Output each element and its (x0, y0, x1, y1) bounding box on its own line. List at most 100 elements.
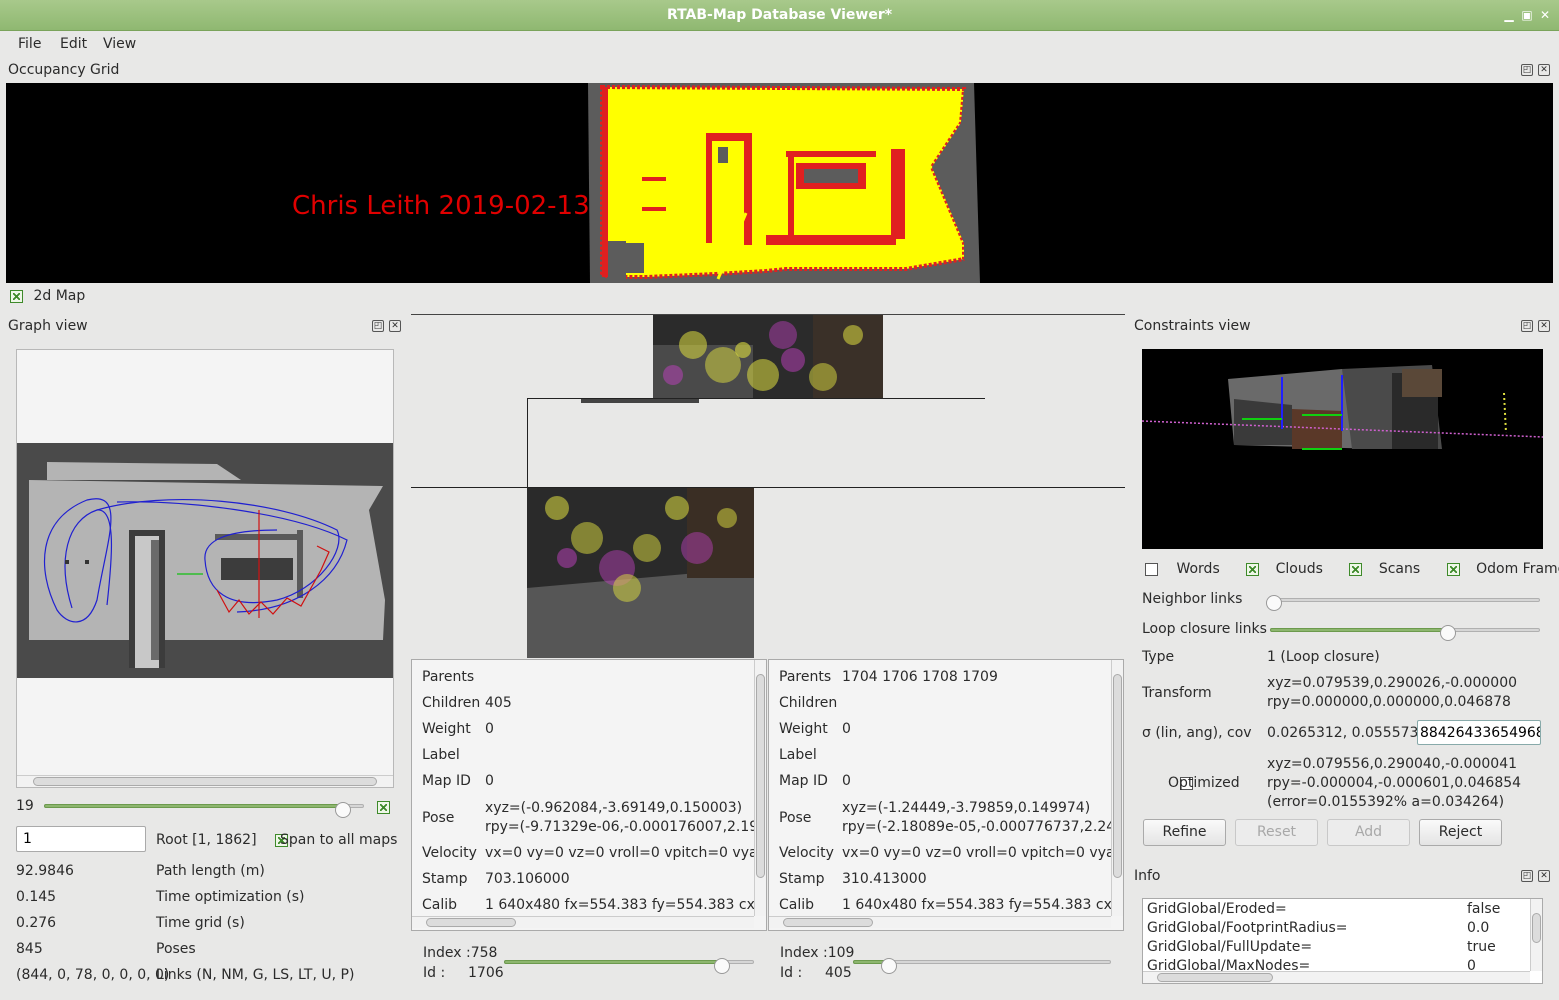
pose-rpy: rpy=(-9.71329e-06,-0.000176007,2.19835) (485, 819, 767, 835)
right-hscrollbar[interactable] (769, 916, 1111, 928)
graph-view-title: Graph view (8, 318, 88, 334)
close-icon[interactable]: ✕ (389, 320, 401, 332)
image-view-area[interactable] (411, 314, 1125, 658)
left-index-slider-handle[interactable] (714, 958, 730, 974)
path-length-label: Path length (m) (156, 863, 265, 879)
constraints-cloud-image (1142, 365, 1543, 450)
minimize-icon[interactable]: ▁ (1502, 8, 1516, 22)
bottom-image (527, 488, 754, 658)
right-vscroll-thumb[interactable] (1113, 674, 1122, 878)
left-index-label: Index :758 (423, 945, 498, 961)
occupancy-map-image (588, 83, 980, 283)
divider-line-h (411, 487, 1125, 488)
right-vscrollbar[interactable] (1111, 660, 1123, 916)
words-checkbox[interactable] (1145, 562, 1158, 576)
sigma-value: 0.0265312, 0.0555736 (1267, 725, 1428, 741)
watermark-text: Chris Leith 2019-02-13 (292, 191, 590, 221)
covariance-field[interactable] (1417, 720, 1541, 745)
info-table[interactable]: GridGlobal/Eroded= false GridGlobal/Footp… (1142, 898, 1543, 984)
constraints-3d-view[interactable] (1142, 349, 1543, 549)
path-length-value: 92.9846 (16, 863, 74, 879)
time-grid-value: 0.276 (16, 915, 57, 931)
info-hscroll-thumb[interactable] (1157, 973, 1273, 982)
graph-slider-handle[interactable] (335, 802, 351, 818)
map2d-checkbox-row[interactable]: 2d Map (10, 288, 85, 304)
menu-file[interactable]: File (18, 36, 41, 52)
time-optimization-value: 0.145 (16, 889, 57, 905)
occupancy-dock-buttons: ◰ ✕ (1521, 64, 1551, 78)
loop-closure-slider-handle[interactable] (1440, 625, 1456, 641)
window-titlebar[interactable]: RTAB-Map Database Viewer* ▁ ▣ ✕ (0, 0, 1559, 31)
left-node-info-table[interactable]: Parents Children 405 Weight 0 Label Map ID… (411, 659, 767, 931)
loop-closure-links-label: Loop closure links (1142, 621, 1267, 637)
menu-edit[interactable]: Edit (60, 36, 87, 52)
map2d-label: 2d Map (33, 288, 86, 304)
maximize-icon[interactable]: ▣ (1520, 8, 1534, 22)
left-hscrollbar[interactable] (412, 916, 754, 928)
clouds-checkbox[interactable] (1246, 562, 1260, 576)
transform-label: Transform (1142, 685, 1212, 701)
reset-button[interactable]: Reset (1235, 819, 1318, 846)
refine-button[interactable]: Refine (1143, 819, 1226, 846)
transform-xyz: xyz=0.079539,0.290026,-0.000000 (1267, 675, 1518, 691)
occupancy-grid-title: Occupancy Grid (8, 62, 120, 78)
poses-label: Poses (156, 941, 196, 957)
right-index-slider-handle[interactable] (881, 958, 897, 974)
right-id-value: 405 (825, 965, 852, 981)
graph-slider-fill (44, 804, 344, 808)
divider-line-v (527, 398, 528, 488)
info-vscrollbar[interactable] (1530, 899, 1542, 971)
float-icon[interactable]: ◰ (1521, 870, 1533, 882)
info-dock-buttons: ◰ ✕ (1521, 870, 1551, 884)
links-value: (844, 0, 78, 0, 0, 0, 0) (16, 967, 170, 983)
graph-hscroll-thumb[interactable] (33, 777, 377, 786)
left-vscrollbar[interactable] (754, 660, 766, 916)
neighbor-links-slider-track[interactable] (1270, 598, 1540, 602)
neighbor-links-slider-handle[interactable] (1266, 595, 1282, 611)
scans-label: Scans (1378, 561, 1421, 577)
optimized-error: (error=0.0155392% a=0.034264) (1267, 794, 1505, 810)
odom-frame-checkbox[interactable] (1446, 562, 1460, 576)
optimized-xyz: xyz=0.079556,0.290040,-0.000041 (1267, 756, 1518, 772)
float-icon[interactable]: ◰ (372, 320, 384, 332)
map2d-checkbox[interactable] (10, 289, 23, 303)
info-vscroll-thumb[interactable] (1532, 913, 1541, 943)
words-label: Words (1176, 561, 1220, 577)
sigma-label: σ (lin, ang), cov (1142, 725, 1252, 741)
close-icon[interactable]: ✕ (1538, 320, 1550, 332)
top-image (653, 315, 883, 398)
left-hscroll-thumb[interactable] (426, 918, 516, 927)
links-label: Links (N, NM, G, LS, LT, U, P) (156, 967, 355, 983)
left-vscroll-thumb[interactable] (756, 674, 765, 878)
graph-view-canvas[interactable] (16, 349, 394, 788)
left-id-label: Id : (423, 965, 446, 981)
reject-button[interactable]: Reject (1419, 819, 1502, 846)
optimized-label: Optimized (1168, 775, 1240, 791)
bottom-image-features (527, 488, 754, 658)
right-id-label: Id : (780, 965, 803, 981)
float-icon[interactable]: ◰ (1521, 64, 1533, 76)
occupancy-grid-canvas[interactable]: Chris Leith 2019-02-13 (6, 83, 1553, 283)
close-icon[interactable]: ✕ (1538, 64, 1550, 76)
close-icon[interactable]: ✕ (1538, 870, 1550, 882)
scans-checkbox[interactable] (1349, 562, 1363, 576)
menu-view[interactable]: View (103, 36, 136, 52)
odom-frame-label: Odom Frame (1476, 561, 1559, 577)
time-grid-label: Time grid (s) (156, 915, 245, 931)
root-id-spinbox[interactable] (16, 826, 146, 852)
constraints-checkbox-row: Words Clouds Scans Odom Frame (1145, 561, 1559, 577)
right-index-label: Index :109 (780, 945, 855, 961)
close-icon[interactable]: ✕ (1538, 8, 1552, 22)
right-hscroll-thumb[interactable] (783, 918, 873, 927)
root-label: Root [1, 1862] (156, 832, 257, 848)
graph-slider-value: 19 (16, 798, 34, 814)
graph-slider-checkbox[interactable] (377, 800, 390, 814)
right-node-info-table[interactable]: Parents 1704 1706 1708 1709 Children Weig… (768, 659, 1124, 931)
info-hscrollbar[interactable] (1143, 971, 1530, 983)
pose-rpy: rpy=(-2.18089e-05,-0.000776737,2.24511) (842, 819, 1124, 835)
graph-hscrollbar[interactable] (17, 775, 393, 787)
float-icon[interactable]: ◰ (1521, 320, 1533, 332)
add-button[interactable]: Add (1327, 819, 1410, 846)
clouds-label: Clouds (1275, 561, 1323, 577)
info-title: Info (1134, 868, 1161, 884)
